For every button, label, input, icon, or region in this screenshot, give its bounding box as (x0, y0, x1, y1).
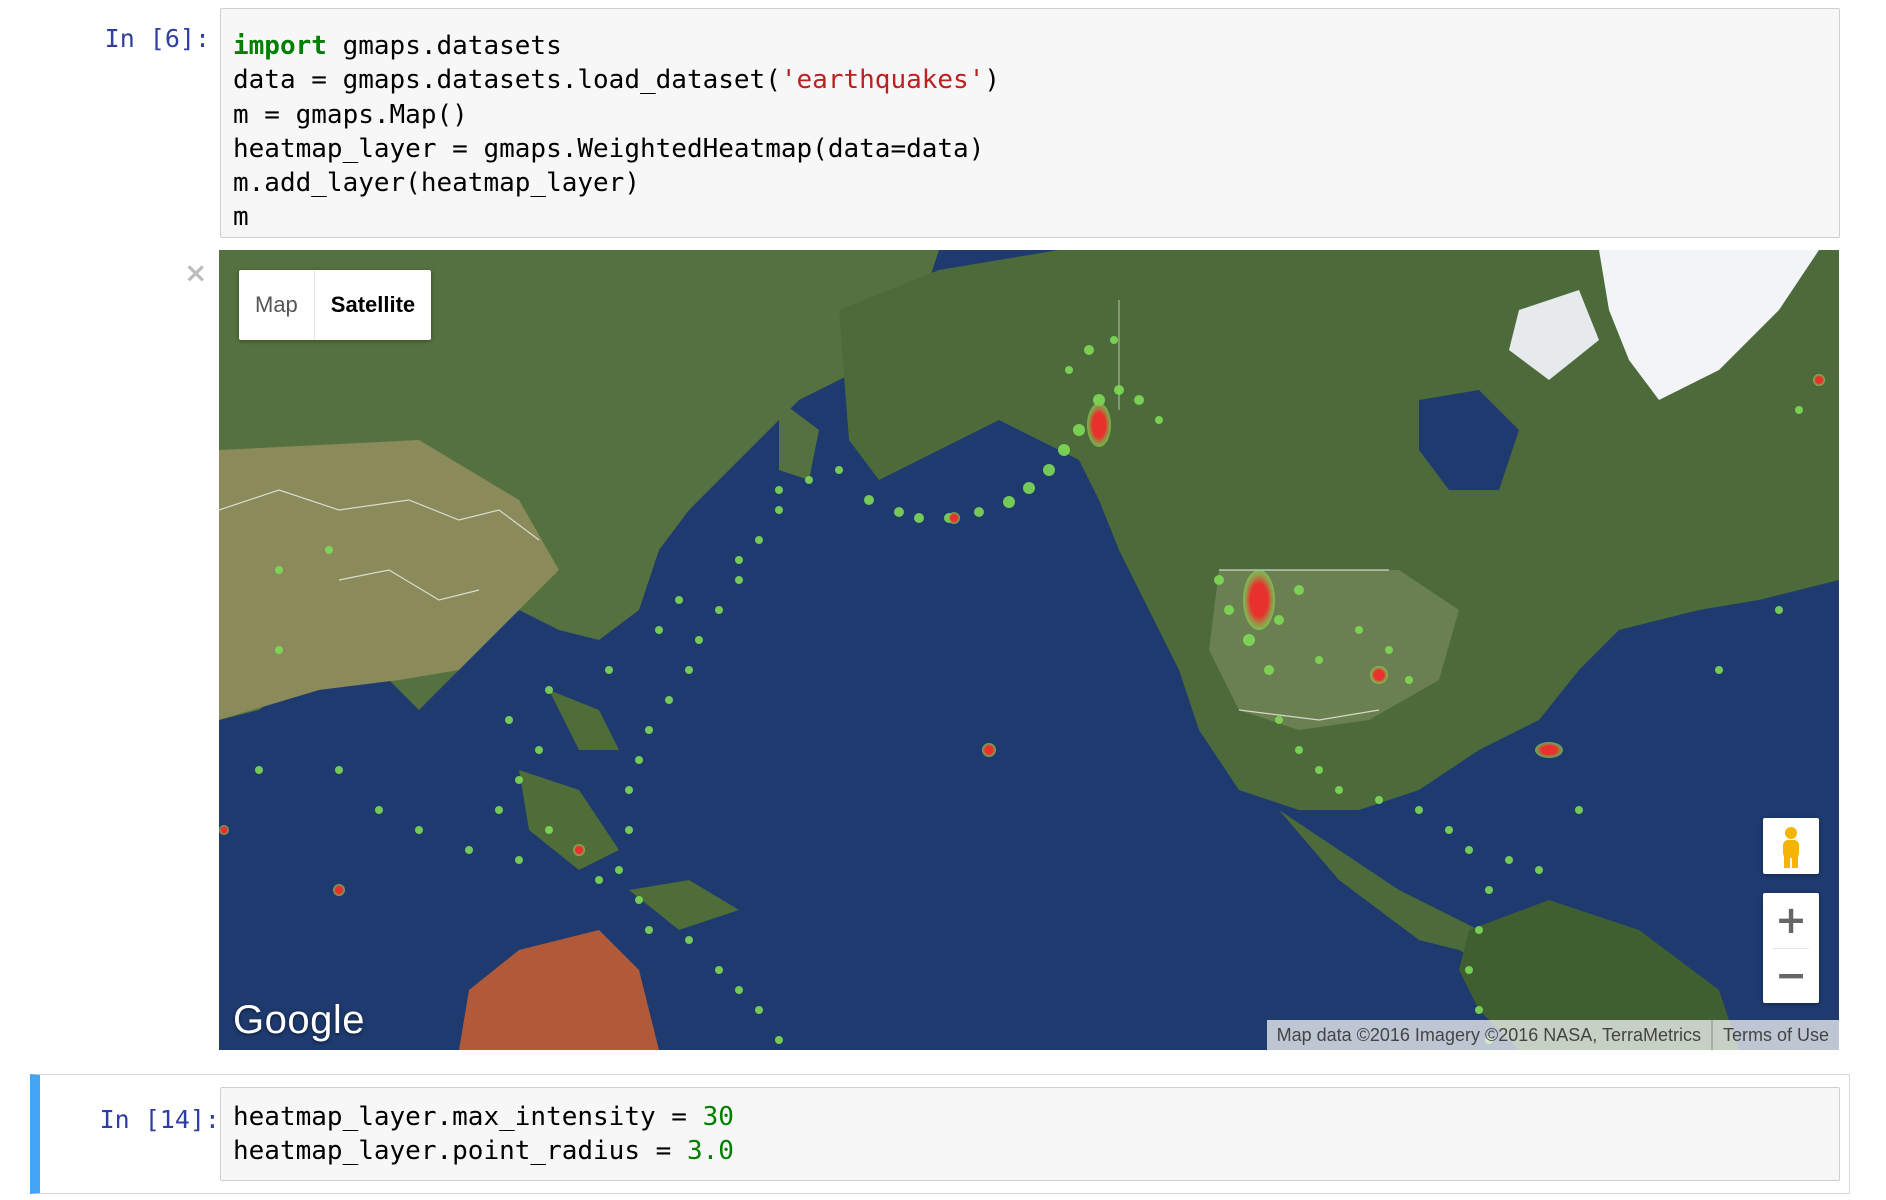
code-keyword: import (233, 31, 327, 61)
code-text: m.add_layer(heatmap_layer) (233, 168, 640, 199)
code-text: heatmap_layer = gmaps.WeightedHeatmap(da… (233, 133, 985, 164)
code-string: 'earthquakes' (780, 65, 985, 96)
terms-of-use-link[interactable]: Terms of Use (1710, 1020, 1839, 1050)
code-text: m = gmaps.Map() (233, 99, 468, 130)
map-type-satellite-button[interactable]: Satellite (313, 270, 431, 340)
code-text: ) (984, 65, 1001, 96)
code-cell-6[interactable]: In [6]: import gmaps.datasets data = gma… (0, 0, 1886, 1060)
zoom-divider (1773, 948, 1809, 949)
map-attribution: Map data ©2016 Imagery ©2016 NASA, Terra… (1266, 1020, 1839, 1050)
code-text: heatmap_layer.point_radius = (233, 1136, 687, 1167)
close-output-icon[interactable]: × (184, 256, 207, 289)
map-type-control: Map Satellite (239, 270, 432, 340)
input-prompt: In [6]: (104, 24, 210, 53)
zoom-control: + − (1763, 893, 1819, 1003)
code-text: m (233, 202, 249, 233)
code-editor[interactable]: heatmap_layer.max_intensity = 30 heatmap… (220, 1087, 1840, 1181)
code-text: data = gmaps.datasets.load_dataset( (233, 65, 781, 96)
map-widget[interactable]: Map Satellite + − Google Map data ©2016 … (219, 250, 1839, 1050)
street-view-pegman-icon[interactable] (1763, 818, 1819, 874)
code-number: 30 (702, 1102, 734, 1132)
code-cell-14[interactable]: In [14]: heatmap_layer.max_intensity = 3… (30, 1074, 1850, 1194)
satellite-map-image[interactable] (219, 250, 1839, 1050)
zoom-in-button[interactable]: + (1763, 893, 1819, 948)
map-type-map-button[interactable]: Map (239, 270, 314, 340)
input-prompt: In [14]: (99, 1105, 220, 1134)
code-editor[interactable]: import gmaps.datasets data = gmaps.datas… (220, 8, 1840, 238)
map-data-credit: Map data ©2016 Imagery ©2016 NASA, Terra… (1276, 1025, 1701, 1045)
code-text: gmaps.datasets (326, 31, 562, 61)
google-logo: Google (233, 998, 365, 1042)
code-number: 3.0 (686, 1136, 734, 1167)
code-text: heatmap_layer.max_intensity = (233, 1102, 703, 1132)
zoom-out-button[interactable]: − (1763, 948, 1819, 1003)
